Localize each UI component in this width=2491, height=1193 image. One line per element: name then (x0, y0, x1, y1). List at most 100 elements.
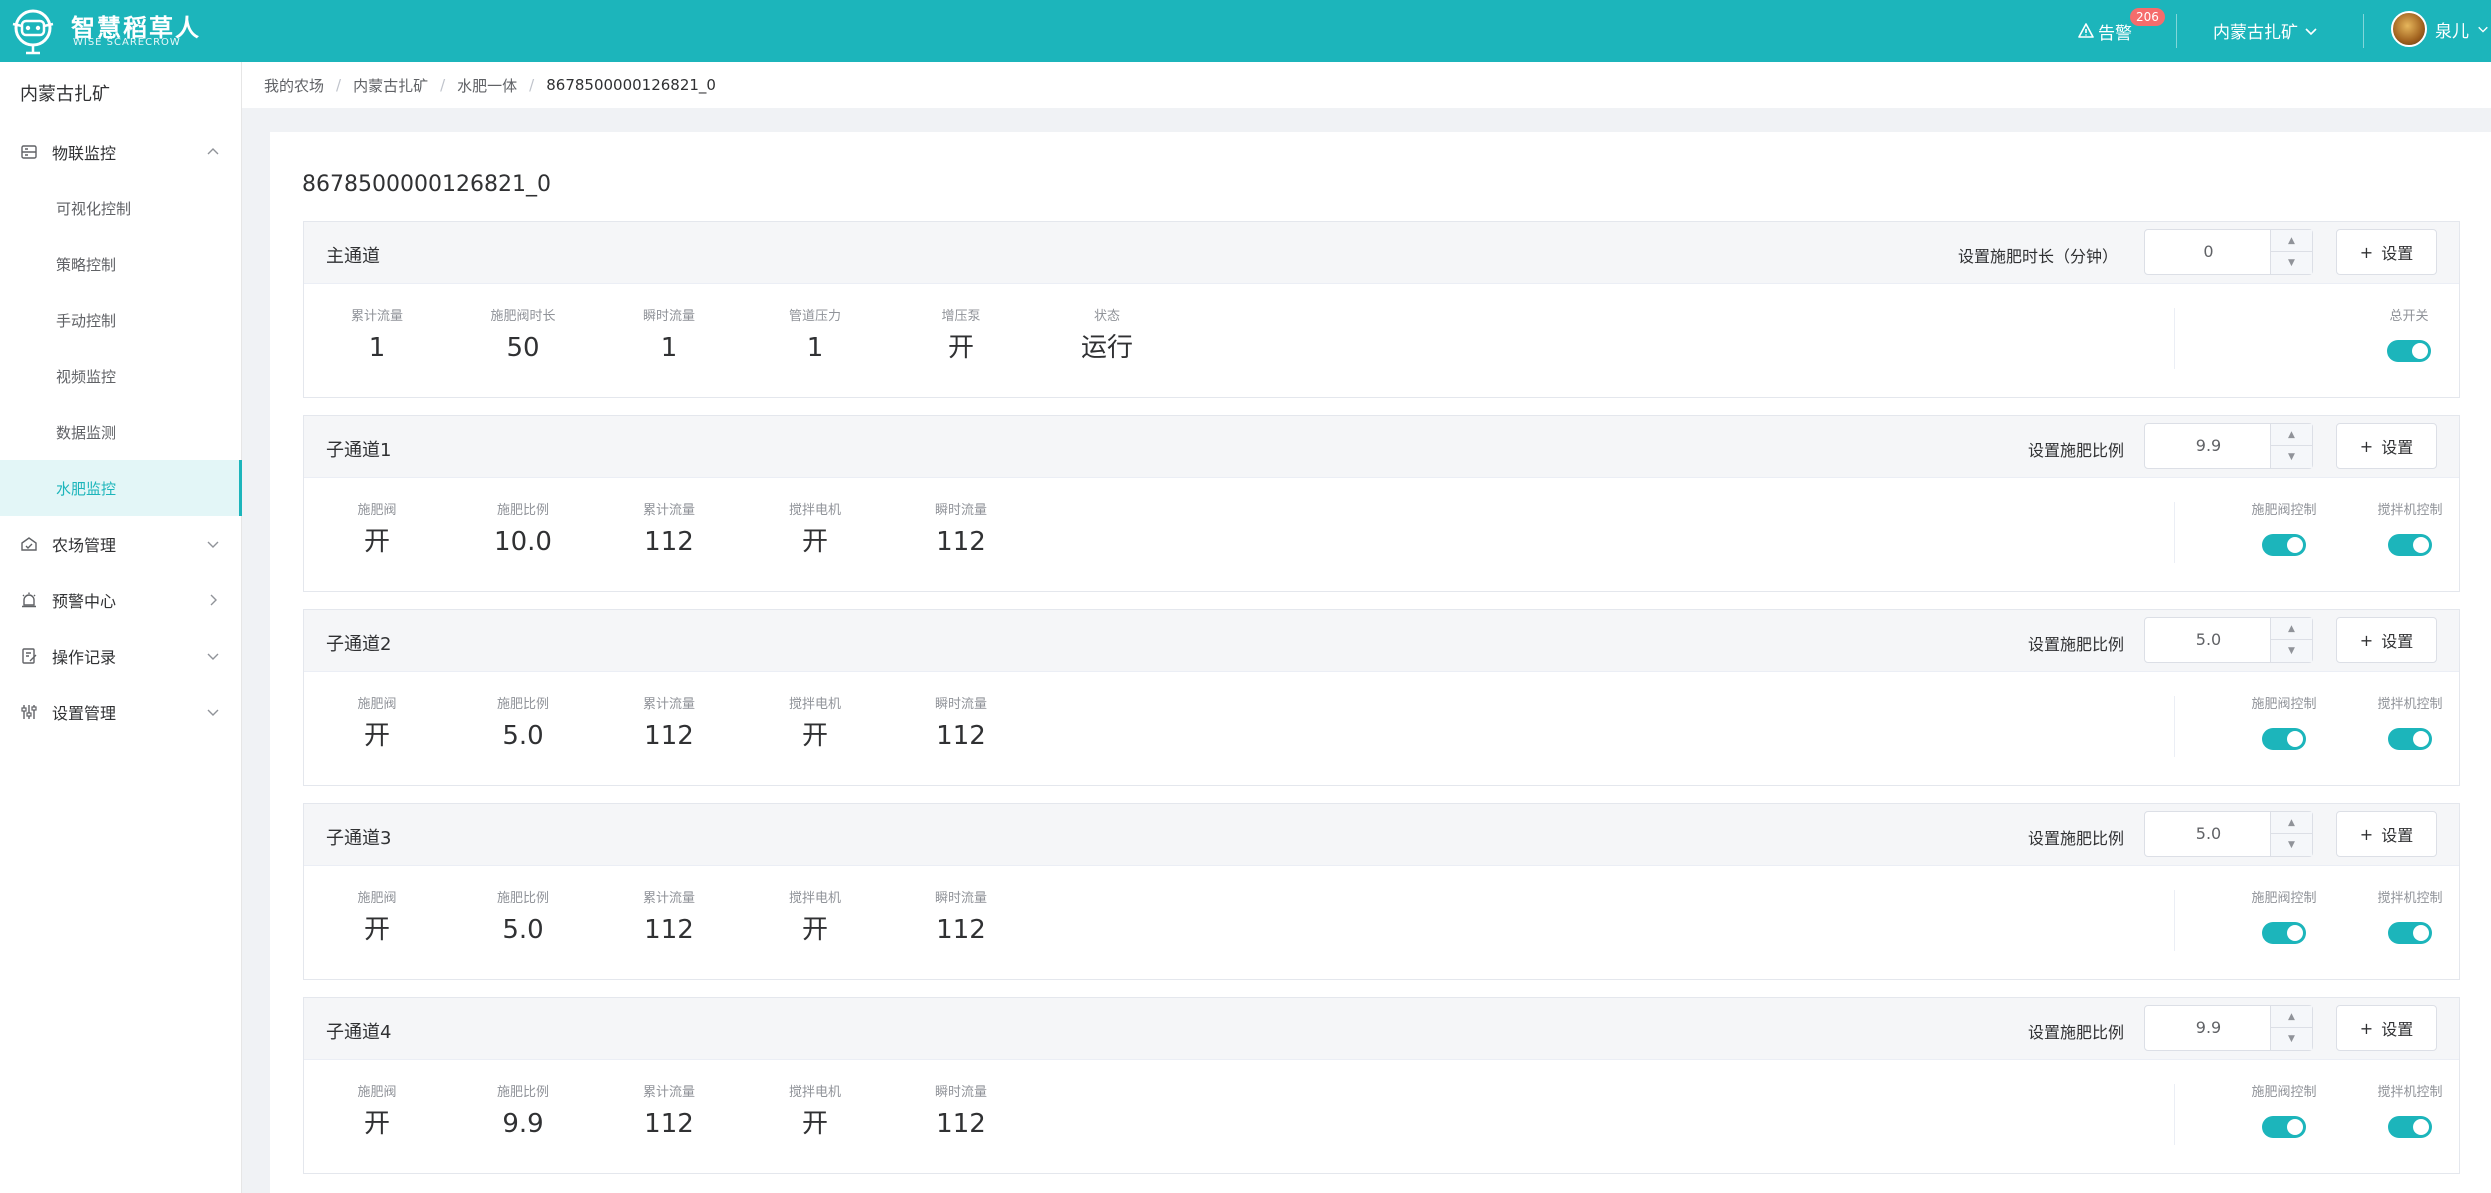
sidebar-item-label: 可视化控制 (56, 199, 132, 218)
sidebar-item-farm-management[interactable]: 农场管理 (0, 516, 242, 572)
stat-item: 施肥阀时长 50 (450, 308, 596, 366)
ratio-value[interactable]: 9.9 (2145, 424, 2272, 468)
ratio-value[interactable]: 5.0 (2145, 812, 2272, 856)
warning-icon (2078, 23, 2094, 38)
set-button[interactable]: + 设置 (2336, 229, 2437, 275)
alarm-button[interactable]: 告警 206 (2078, 8, 2168, 45)
master-switch-toggle[interactable] (2387, 340, 2431, 362)
stat-label: 施肥比例 (496, 697, 549, 712)
stat-item: 增压泵开 (888, 308, 1034, 366)
valve-switch-toggle[interactable] (2262, 922, 2306, 944)
sidebar-item-label: 预警中心 (52, 592, 117, 611)
sidebar-item-label: 农场管理 (52, 536, 117, 555)
sidebar-item-label: 数据监测 (56, 423, 117, 442)
plus-icon: + (2359, 1018, 2374, 1038)
decrease-button[interactable]: ▼ (2270, 834, 2312, 856)
valve-switch-toggle[interactable] (2262, 728, 2306, 750)
increase-button[interactable]: ▲ (2270, 230, 2312, 252)
set-button[interactable]: + 设置 (2336, 811, 2437, 857)
duration-value[interactable]: 0 (2145, 230, 2272, 274)
ratio-value[interactable]: 9.9 (2145, 1006, 2272, 1050)
decrease-button[interactable]: ▼ (2270, 1028, 2312, 1050)
increase-button[interactable]: ▲ (2270, 618, 2312, 640)
stat-label: 施肥比例 (496, 503, 549, 518)
stat-value: 112 (936, 1109, 986, 1139)
valve-switch-toggle[interactable] (2262, 534, 2306, 556)
mixer-switch-toggle[interactable] (2388, 1116, 2432, 1138)
ratio-input[interactable]: 9.9 ▲ ▼ (2144, 423, 2313, 469)
sidebar-menu: 物联监控 可视化控制 策略控制 手动控制 视频监控 数据监测 水肥监控 农场管理… (0, 124, 242, 740)
mixer-switch-toggle[interactable] (2388, 728, 2432, 750)
switch-label: 施肥阀控制 (2251, 891, 2317, 906)
stat-value: 运行 (1080, 333, 1133, 363)
stat-value: 开 (801, 1109, 828, 1139)
alarm-count-badge: 206 (2130, 8, 2165, 26)
valve-switch-toggle[interactable] (2262, 1116, 2306, 1138)
sidebar-item-visual-control[interactable]: 可视化控制 (0, 180, 242, 236)
valve-switch-group: 施肥阀控制 (2229, 890, 2339, 948)
switch-label: 总开关 (2389, 309, 2429, 324)
valve-switch-group: 施肥阀控制 (2229, 696, 2339, 754)
brand-subtitle: WISE SCARECROW (73, 37, 181, 48)
user-name: 泉儿 (2435, 21, 2469, 42)
sidebar-item-video-monitor[interactable]: 视频监控 (0, 348, 242, 404)
mixer-switch-toggle[interactable] (2388, 922, 2432, 944)
stat-value: 开 (363, 1109, 390, 1139)
ratio-input[interactable]: 5.0 ▲ ▼ (2144, 617, 2313, 663)
breadcrumb-item[interactable]: 水肥一体 (457, 75, 517, 96)
set-button-label: 设置 (2381, 244, 2414, 263)
set-button[interactable]: + 设置 (2336, 1005, 2437, 1051)
switch-label: 施肥阀控制 (2251, 1085, 2317, 1100)
channel-name: 子通道4 (326, 1022, 392, 1043)
decrease-button[interactable]: ▼ (2270, 640, 2312, 662)
decrease-button[interactable]: ▼ (2270, 446, 2312, 468)
stat-item: 累计流量 112 (596, 1084, 742, 1142)
sidebar-item-fertigation-monitor[interactable]: 水肥监控 (0, 460, 242, 516)
increase-button[interactable]: ▲ (2270, 1006, 2312, 1028)
set-button[interactable]: + 设置 (2336, 423, 2437, 469)
switch-label: 搅拌机控制 (2377, 891, 2443, 906)
stat-value: 112 (644, 1109, 694, 1139)
set-button[interactable]: + 设置 (2336, 617, 2437, 663)
breadcrumb-item[interactable]: 内蒙古扎矿 (353, 75, 428, 96)
sidebar-item-label: 视频监控 (56, 367, 117, 386)
avatar (2391, 11, 2427, 47)
increase-button[interactable]: ▲ (2270, 424, 2312, 446)
decrease-button[interactable]: ▼ (2270, 252, 2312, 274)
stat-value: 10.0 (494, 527, 552, 557)
sidebar-item-label: 物联监控 (52, 144, 117, 163)
sidebar-item-label: 设置管理 (52, 704, 117, 723)
sidebar-item-operation-log[interactable]: 操作记录 (0, 628, 242, 684)
chevron-up-icon (207, 148, 219, 155)
master-switch-group: 总开关 (2354, 308, 2464, 366)
stat-value: 开 (801, 721, 828, 751)
set-duration-label: 设置施肥时长（分钟） (1957, 247, 2118, 266)
user-menu[interactable]: 泉儿 (2391, 11, 2489, 47)
ratio-input[interactable]: 5.0 ▲ ▼ (2144, 811, 2313, 857)
sidebar-item-strategy-control[interactable]: 策略控制 (0, 236, 242, 292)
sidebar-item-data-monitor[interactable]: 数据监测 (0, 404, 242, 460)
sidebar-item-iot-monitor[interactable]: 物联监控 (0, 124, 242, 180)
stat-item: 施肥阀开 (304, 502, 450, 560)
breadcrumb-item[interactable]: 我的农场 (264, 75, 324, 96)
mixer-switch-toggle[interactable] (2388, 534, 2432, 556)
farm-selector[interactable]: 内蒙古扎矿 (2213, 18, 2318, 43)
stat-item: 施肥比例 9.9 (450, 1084, 596, 1142)
set-ratio-label: 设置施肥比例 (2027, 441, 2124, 460)
breadcrumb-current: 8678500000126821_0 (546, 76, 716, 94)
duration-input[interactable]: 0 ▲ ▼ (2144, 229, 2313, 275)
chevron-right-icon (210, 594, 217, 606)
sidebar-item-manual-control[interactable]: 手动控制 (0, 292, 242, 348)
stat-item: 管道压力 1 (742, 308, 888, 366)
breadcrumb: 我的农场 / 内蒙古扎矿 / 水肥一体 / 8678500000126821_0 (242, 62, 2491, 108)
farm-icon (21, 537, 37, 551)
channel-name: 主通道 (326, 246, 380, 267)
mixer-switch-group: 搅拌机控制 (2355, 890, 2465, 948)
ratio-value[interactable]: 5.0 (2145, 618, 2272, 662)
ratio-input[interactable]: 9.9 ▲ ▼ (2144, 1005, 2313, 1051)
sidebar-item-alarm-center[interactable]: 预警中心 (0, 572, 242, 628)
sidebar-item-settings[interactable]: 设置管理 (0, 684, 242, 740)
increase-button[interactable]: ▲ (2270, 812, 2312, 834)
switch-label: 搅拌机控制 (2377, 1085, 2443, 1100)
stat-value: 1 (660, 333, 678, 363)
